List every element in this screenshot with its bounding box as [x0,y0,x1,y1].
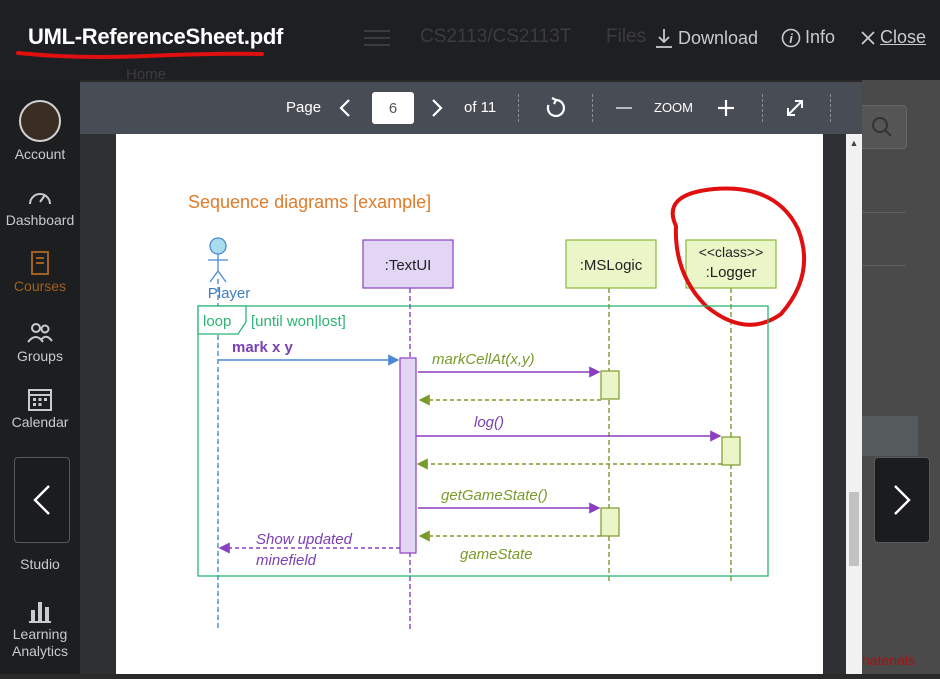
document-area: Sequence diagrams [example] Player :Text… [80,134,862,674]
search-icon [872,117,892,137]
toolbar-separator [762,94,764,122]
calendar-icon [28,389,52,411]
info-icon: i [781,28,801,47]
nav-courses[interactable]: Courses [0,250,80,295]
page-count: of 11 [464,99,497,116]
close-button[interactable]: Close [860,27,926,48]
nav-groups[interactable]: Groups [0,320,80,365]
logger-activation [721,436,741,466]
msg-gamestate-label: gameState [460,546,533,563]
page-number-input[interactable] [372,92,414,124]
bar-chart-icon [29,602,51,623]
background-files-crumb: Files [606,26,647,47]
nav-learning-analytics[interactable]: Learning Analytics [0,598,80,660]
mslogic-activation-2 [600,507,620,537]
download-button[interactable]: Download [654,27,758,49]
next-page-button[interactable] [430,98,444,118]
msg-show-label-2: minefield [256,552,317,569]
background-home-crumb: Home [126,66,167,83]
background-divider [862,265,906,266]
logger-label: :Logger [706,264,757,281]
people-icon [27,323,53,343]
nav-analytics-label: Analytics [11,643,69,659]
download-icon [656,29,672,48]
info-button[interactable]: i Info [781,27,835,48]
global-nav-sidebar [0,80,80,674]
file-preview-header: CS2113/CS2113T Files Home UML-ReferenceS… [0,0,940,83]
msg-mark-label: mark x y [232,339,294,356]
background-panel [862,416,918,456]
info-label: Info [805,27,836,47]
nav-calendar-label: Calendar [11,414,69,430]
nav-account[interactable]: Account [0,100,80,163]
toolbar-separator [830,94,832,122]
previous-page-button[interactable] [338,98,352,118]
nav-studio-label: Studio [20,556,60,572]
nav-calendar[interactable]: Calendar [0,386,80,431]
msg-getgamestate-label: getGameState() [441,487,548,504]
fullscreen-icon[interactable] [784,97,806,119]
nav-courses-label: Courses [13,278,67,294]
background-search-button [862,105,907,149]
previous-file-button[interactable] [14,457,70,543]
page-label: Page [286,99,322,116]
scroll-up-button[interactable]: ▲ [846,138,862,148]
zoom-in-button[interactable] [717,99,735,117]
rotate-icon[interactable] [544,96,568,120]
mslogic-label: :MSLogic [580,257,643,274]
document-scrollbar[interactable] [846,134,862,674]
hamburger-menu-icon [364,30,390,46]
speedometer-icon [29,193,51,205]
loop-guard: [until won|lost] [251,313,346,330]
close-label: Close [880,27,927,47]
textui-label: :TextUI [385,257,432,274]
pdf-page: Sequence diagrams [example] Player :Text… [116,134,823,674]
chevron-left-icon [33,485,50,515]
loop-tag: loop [203,313,231,330]
player-actor-icon [208,237,228,283]
scrollbar-thumb[interactable] [849,492,859,566]
nav-dashboard-label: Dashboard [5,212,75,228]
zoom-label: ZOOM [654,100,693,115]
close-icon [861,30,875,45]
avatar-icon [19,100,61,142]
nav-groups-label: Groups [17,348,63,364]
pdf-toolbar: Page of 11 ZOOM [80,82,862,134]
nav-dashboard[interactable]: Dashboard [0,184,80,229]
background-materials-link: naterials [862,652,915,668]
book-icon [31,251,49,275]
pdf-viewer: Page of 11 ZOOM Sequence diagrams [examp… [80,82,862,674]
download-label: Download [678,27,759,48]
nav-learning-label: Learning [12,626,68,642]
logger-stereotype: <<class>> [699,244,764,260]
chevron-right-icon [894,485,911,515]
msg-markcell-label: markCellAt(x,y) [432,351,535,368]
zoom-out-button[interactable] [615,106,633,110]
mslogic-activation [600,370,620,400]
msg-show-label-1: Show updated [256,531,353,548]
toolbar-separator [592,94,594,122]
toolbar-separator [518,94,520,122]
sequence-diagram: Sequence diagrams [example] Player :Text… [188,186,807,629]
diagram-title: Sequence diagrams [example] [188,192,431,212]
nav-account-label: Account [14,146,66,162]
textui-activation [399,357,417,554]
red-underline-annotation [16,51,264,59]
msg-log-label: log() [474,414,504,431]
background-course-crumb: CS2113/CS2113T [420,26,572,47]
course-content-background [862,80,940,674]
next-file-button[interactable] [874,457,930,543]
background-divider [862,212,906,213]
player-label: Player [208,285,251,302]
svg-text:i: i [789,31,793,46]
